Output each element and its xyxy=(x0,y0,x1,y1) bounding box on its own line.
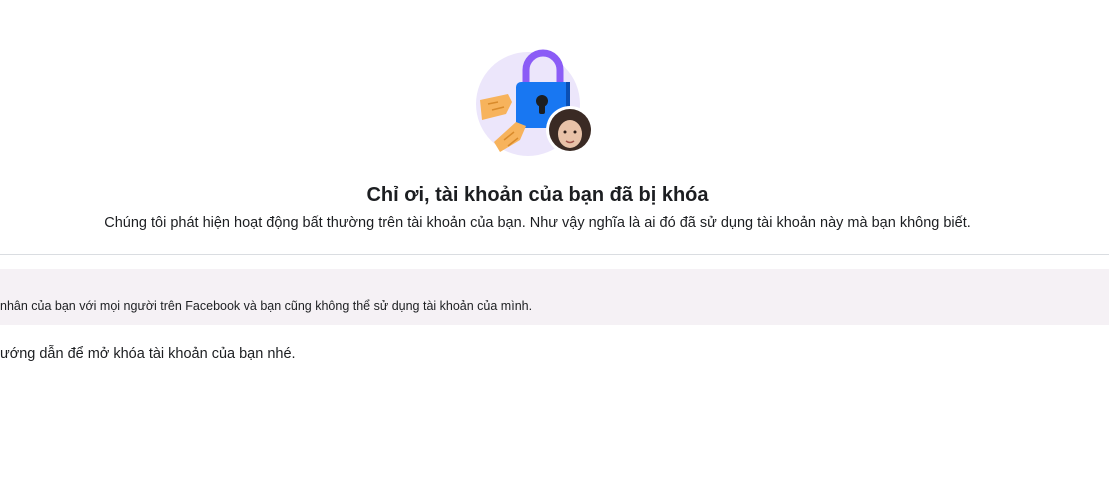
info-band-text: nhân của bạn với mọi người trên Facebook… xyxy=(0,299,533,313)
info-band: nhân của bạn với mọi người trên Facebook… xyxy=(0,269,1109,325)
instruction-text: ướng dẫn để mở khóa tài khoản của bạn nh… xyxy=(0,346,296,362)
divider xyxy=(0,254,1109,255)
page-title: Chỉ ơi, tài khoản của bạn đã bị khóa xyxy=(366,184,709,206)
locked-account-illustration xyxy=(472,46,600,158)
locked-account-page: Chỉ ơi, tài khoản của bạn đã bị khóa Chú… xyxy=(0,0,1109,485)
page-subtitle: Chúng tôi phát hiện hoạt động bất thường… xyxy=(104,215,971,231)
